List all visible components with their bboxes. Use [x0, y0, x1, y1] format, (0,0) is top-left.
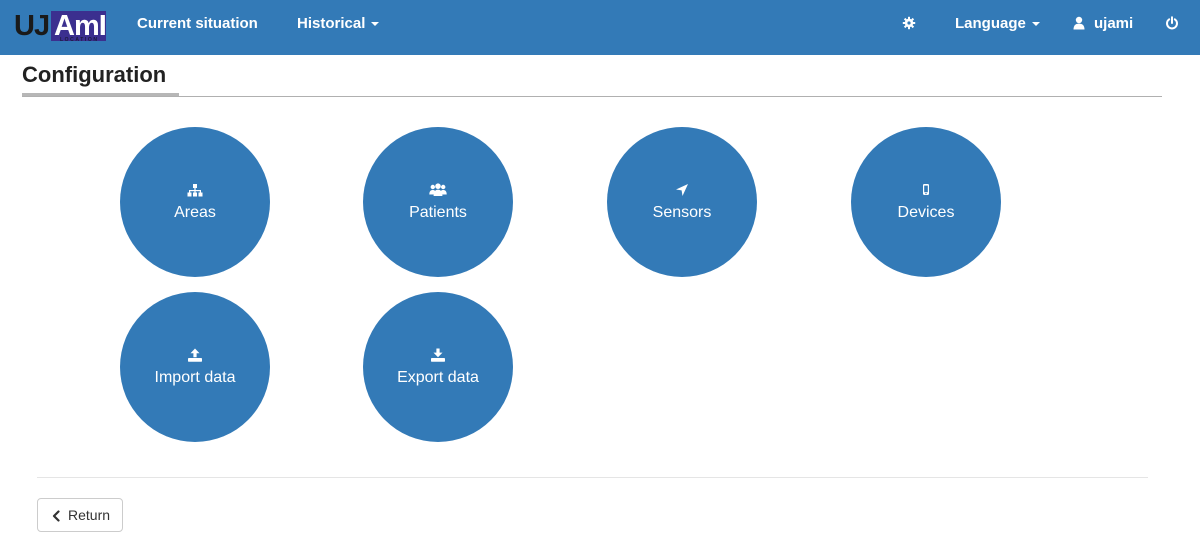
download-icon	[430, 347, 446, 363]
power-icon[interactable]	[1165, 16, 1179, 30]
ujami-logo[interactable]: UJ AmI LOCATION	[14, 11, 108, 44]
top-navbar: UJ AmI LOCATION Current situation Histor…	[0, 0, 1200, 55]
areas-label: Areas	[174, 204, 216, 221]
user-icon[interactable]	[1073, 16, 1085, 30]
footer-divider	[37, 477, 1148, 478]
sensors-label: Sensors	[652, 204, 712, 221]
chevron-left-icon	[51, 509, 61, 522]
export-data-button[interactable]: Export data	[363, 292, 513, 442]
header-divider	[22, 96, 1162, 97]
export-data-label: Export data	[397, 369, 479, 386]
nav-historical-dropdown[interactable]: Historical	[297, 0, 380, 48]
patients-label: Patients	[409, 204, 467, 221]
caret-down-icon	[371, 22, 380, 27]
gear-icon[interactable]	[902, 16, 916, 30]
devices-label: Devices	[897, 204, 955, 221]
location-arrow-icon	[674, 182, 690, 198]
page-title: Configuration	[22, 62, 167, 87]
nav-username[interactable]: ujami	[1094, 0, 1133, 48]
nav-language-dropdown[interactable]: Language	[955, 0, 1040, 48]
logo-text-uj: UJ	[14, 10, 50, 42]
logo-subtext: LOCATION	[60, 37, 99, 43]
return-label: Return	[68, 507, 111, 523]
sitemap-icon	[187, 182, 203, 198]
users-icon	[429, 182, 447, 198]
nav-historical-label: Historical	[297, 15, 366, 32]
nav-current-situation[interactable]: Current situation	[137, 0, 258, 48]
mobile-icon	[918, 182, 934, 198]
return-button[interactable]: Return	[37, 498, 123, 532]
import-data-label: Import data	[154, 369, 236, 386]
nav-language-label: Language	[955, 15, 1026, 32]
devices-button[interactable]: Devices	[851, 127, 1001, 277]
sensors-button[interactable]: Sensors	[607, 127, 757, 277]
import-data-button[interactable]: Import data	[120, 292, 270, 442]
areas-button[interactable]: Areas	[120, 127, 270, 277]
caret-down-icon	[1031, 22, 1040, 27]
upload-icon	[187, 347, 203, 363]
patients-button[interactable]: Patients	[363, 127, 513, 277]
